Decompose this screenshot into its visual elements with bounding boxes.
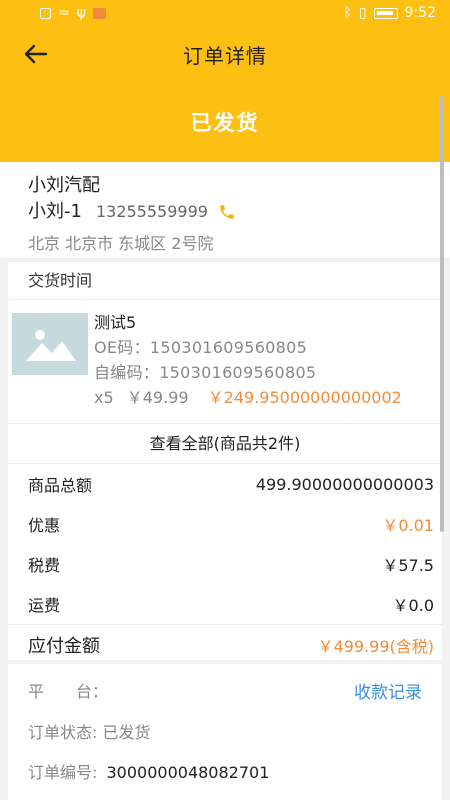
- bluetooth-icon: ᛒ: [343, 5, 352, 21]
- tax-value: ￥57.5: [382, 556, 434, 575]
- discount-row: 优惠 ￥0.01: [8, 504, 442, 544]
- app-notification-icon: [92, 7, 106, 19]
- product-image: [12, 313, 88, 375]
- phone-icon[interactable]: [218, 203, 236, 221]
- order-status-header: 已发货: [0, 82, 450, 162]
- platform-label: 平 台：: [28, 682, 109, 701]
- product-info: 测试5 OE码：150301609560805 自编码：150301609560…: [94, 310, 402, 413]
- product-unit-price: ￥49.99: [126, 388, 189, 407]
- battery-icon: [373, 7, 398, 19]
- status-time: 9:52: [404, 5, 436, 21]
- status-bar: ≈ ψ ᛒ ▯ 9:52: [0, 0, 450, 26]
- product-oe-code: OE码：150301609560805: [94, 335, 402, 360]
- goods-total-row: 商品总额 499.90000000000003: [8, 464, 442, 504]
- platform-row: 平 台： 收款记录: [28, 664, 422, 716]
- product-quantity: x5: [94, 388, 114, 407]
- page-title: 订单详情: [183, 43, 267, 68]
- discount-label: 优惠: [28, 516, 61, 535]
- goods-total-label: 商品总额: [28, 476, 93, 495]
- shipping-value: ￥0.0: [392, 596, 434, 615]
- payable-value: ￥499.99(含税): [317, 636, 434, 656]
- contact-name: 小刘-1: [28, 201, 82, 222]
- contact-phone: 13255559999: [95, 202, 208, 221]
- order-number-row: 订单编号: 3000000048082701: [28, 746, 422, 796]
- shop-name: 小刘汽配: [28, 175, 100, 196]
- usb-icon: ψ: [76, 5, 86, 21]
- product-self-code: 自编码：150301609560805: [94, 360, 402, 385]
- shipping-row: 运费 ￥0.0: [8, 584, 442, 624]
- delivery-time-label: 交货时间: [8, 262, 442, 300]
- discount-value: ￥0.01: [382, 516, 434, 535]
- order-status-info: 订单状态: 已发货: [28, 723, 151, 742]
- view-all-button[interactable]: 查看全部(商品共2件): [8, 424, 442, 464]
- status-bar-left: ≈ ψ: [40, 5, 106, 21]
- address-card: 小刘汽配 小刘-1 13255559999 北京 北京市 东城区 2号院: [0, 162, 450, 258]
- self-code-value: 150301609560805: [159, 363, 317, 382]
- image-placeholder-icon: [12, 313, 88, 375]
- tax-label: 税费: [28, 556, 61, 575]
- order-status-row: 订单状态: 已发货: [28, 716, 422, 746]
- product-price-line: x5 ￥49.99 ￥249.95000000000002: [94, 385, 402, 410]
- contact-row: 小刘-1 13255559999: [28, 200, 422, 224]
- order-status-text: 已发货: [190, 111, 260, 135]
- goods-card: 交货时间 测试5 OE码：150301609560805 自编码：1503016…: [8, 262, 442, 660]
- notification-icon: [40, 7, 51, 19]
- vibrate-icon: ▯: [358, 5, 367, 21]
- goods-total-value: 499.90000000000003: [255, 474, 434, 494]
- product-name: 测试5: [94, 313, 137, 332]
- scrollbar[interactable]: [440, 96, 444, 532]
- nav-bar: 订单详情: [0, 26, 450, 82]
- full-address: 北京 北京市 东城区 2号院: [28, 234, 214, 253]
- payable-row: 应付金额 ￥499.99(含税): [8, 624, 442, 664]
- shipping-label: 运费: [28, 596, 61, 615]
- back-arrow-icon[interactable]: [22, 40, 50, 68]
- product-total-price: ￥249.95000000000002: [207, 388, 402, 407]
- product-item[interactable]: 测试5 OE码：150301609560805 自编码：150301609560…: [8, 300, 442, 424]
- self-code-label: 自编码：: [94, 363, 160, 382]
- platform-card: 平 台： 收款记录 订单状态: 已发货 订单编号: 30000000480827…: [8, 664, 442, 800]
- payable-label: 应付金额: [28, 635, 100, 657]
- tax-row: 税费 ￥57.5: [8, 544, 442, 584]
- oe-code-label: OE码：: [94, 338, 150, 357]
- status-bar-right: ᛒ ▯ 9:52: [343, 5, 436, 21]
- payment-records-link[interactable]: 收款记录: [354, 678, 422, 703]
- wifi-icon: ≈: [58, 5, 70, 21]
- order-number-value: 3000000048082701: [106, 763, 270, 782]
- oe-code-value: 150301609560805: [149, 338, 308, 357]
- order-number-label: 订单编号:: [28, 763, 98, 782]
